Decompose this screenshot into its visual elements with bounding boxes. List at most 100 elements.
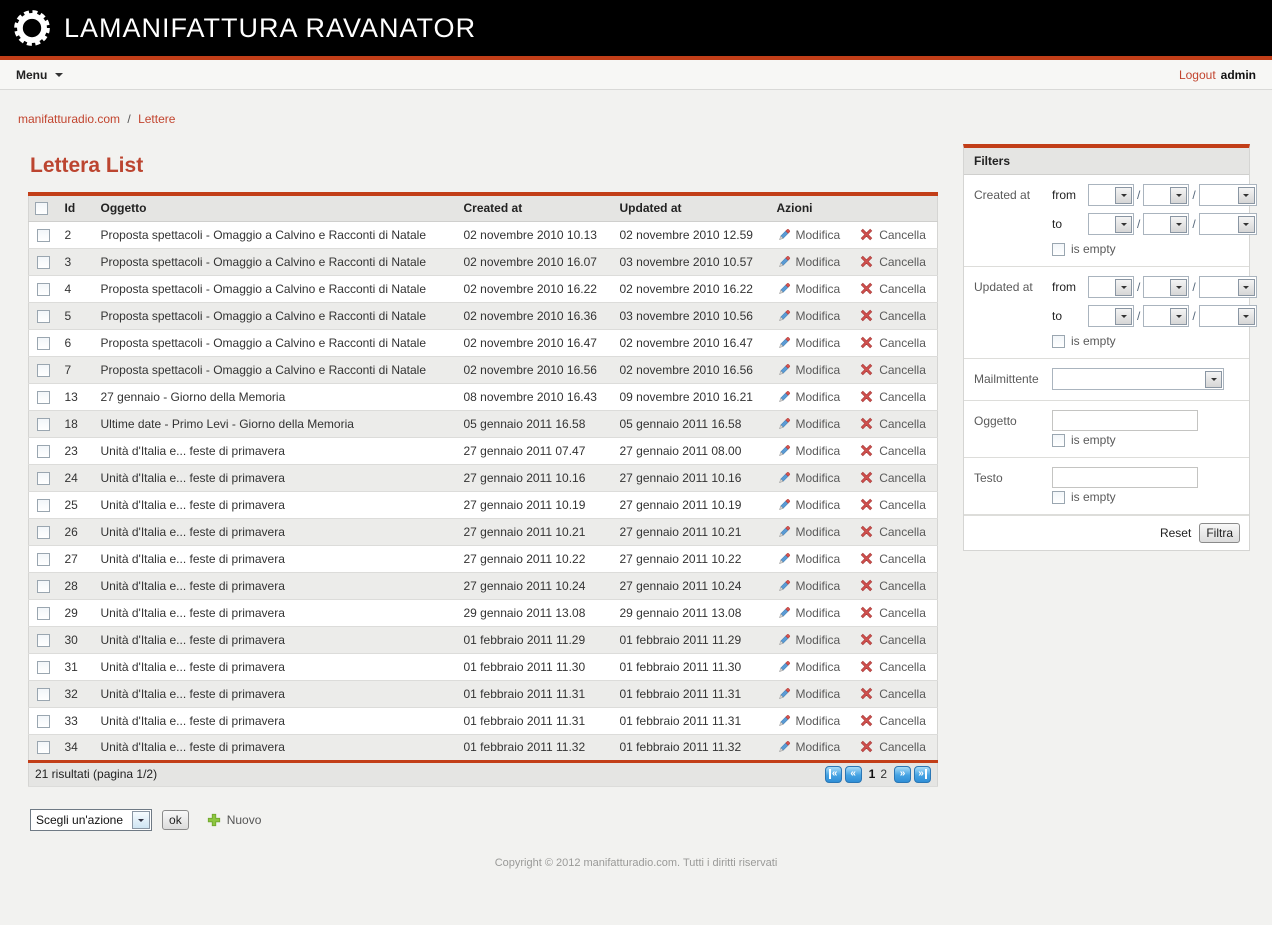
created-from-year-select[interactable]	[1199, 184, 1257, 206]
row-checkbox[interactable]	[37, 580, 50, 593]
testo-input[interactable]	[1052, 467, 1198, 488]
cancella-link[interactable]: Cancella	[860, 498, 926, 512]
created-to-month-select[interactable]	[1143, 213, 1189, 235]
created-from-day-select[interactable]	[1088, 184, 1134, 206]
row-checkbox[interactable]	[37, 445, 50, 458]
pagination-page-2-link[interactable]: 2	[880, 767, 887, 781]
cancella-link[interactable]: Cancella	[860, 606, 926, 620]
cancella-link[interactable]: Cancella	[860, 444, 926, 458]
row-checkbox[interactable]	[37, 715, 50, 728]
updated-to-day-select[interactable]	[1088, 305, 1134, 327]
row-checkbox[interactable]	[37, 310, 50, 323]
modifica-link[interactable]: Modifica	[777, 498, 841, 512]
cancella-link[interactable]: Cancella	[860, 255, 926, 269]
updated-at-is-empty-checkbox[interactable]	[1052, 335, 1065, 348]
modifica-link[interactable]: Modifica	[777, 471, 841, 485]
modifica-link[interactable]: Modifica	[777, 336, 841, 350]
pagination-last-button[interactable]: »	[914, 766, 931, 783]
cancella-link[interactable]: Cancella	[860, 417, 926, 431]
cancella-link[interactable]: Cancella	[860, 579, 926, 593]
cancella-link[interactable]: Cancella	[860, 336, 926, 350]
modifica-link[interactable]: Modifica	[777, 660, 841, 674]
select-all-checkbox[interactable]	[35, 202, 48, 215]
cancella-link[interactable]: Cancella	[860, 309, 926, 323]
updated-from-year-select[interactable]	[1199, 276, 1257, 298]
modifica-link[interactable]: Modifica	[777, 525, 841, 539]
modifica-link[interactable]: Modifica	[777, 390, 841, 404]
cancella-link[interactable]: Cancella	[860, 633, 926, 647]
modifica-link[interactable]: Modifica	[777, 606, 841, 620]
created-from-month-select[interactable]	[1143, 184, 1189, 206]
row-checkbox[interactable]	[37, 229, 50, 242]
reset-link[interactable]: Reset	[1160, 526, 1191, 540]
modifica-link[interactable]: Modifica	[777, 740, 841, 754]
pagination-first-button[interactable]: «	[825, 766, 842, 783]
breadcrumb-page-link[interactable]: Lettere	[138, 112, 175, 126]
modifica-link[interactable]: Modifica	[777, 687, 841, 701]
created-to-day-select[interactable]	[1088, 213, 1134, 235]
row-checkbox[interactable]	[37, 607, 50, 620]
modifica-link[interactable]: Modifica	[777, 444, 841, 458]
select-arrow-icon	[1115, 216, 1132, 233]
pagination-prev-button[interactable]: «	[845, 766, 862, 783]
modifica-link[interactable]: Modifica	[777, 579, 841, 593]
modifica-link[interactable]: Modifica	[777, 714, 841, 728]
row-checkbox[interactable]	[37, 364, 50, 377]
cancella-link[interactable]: Cancella	[860, 525, 926, 539]
row-checkbox[interactable]	[37, 553, 50, 566]
oggetto-input[interactable]	[1052, 410, 1198, 431]
row-checkbox[interactable]	[37, 499, 50, 512]
modifica-link[interactable]: Modifica	[777, 417, 841, 431]
menu-dropdown[interactable]: Menu	[16, 68, 63, 82]
created-at-is-empty-checkbox[interactable]	[1052, 243, 1065, 256]
modifica-link[interactable]: Modifica	[777, 363, 841, 377]
logout-link[interactable]: Logout	[1179, 68, 1216, 82]
pencil-icon	[777, 282, 791, 296]
row-checkbox[interactable]	[37, 661, 50, 674]
row-checkbox[interactable]	[37, 337, 50, 350]
breadcrumb-site-link[interactable]: manifatturadio.com	[18, 112, 120, 126]
modifica-link[interactable]: Modifica	[777, 552, 841, 566]
testo-is-empty-checkbox[interactable]	[1052, 491, 1065, 504]
filtra-button[interactable]: Filtra	[1199, 523, 1240, 543]
cancella-link[interactable]: Cancella	[860, 390, 926, 404]
cancella-link[interactable]: Cancella	[860, 228, 926, 242]
bulk-action-select[interactable]: Scegli un'azione	[30, 809, 152, 831]
row-checkbox[interactable]	[37, 634, 50, 647]
modifica-link[interactable]: Modifica	[777, 255, 841, 269]
row-checkbox[interactable]	[37, 526, 50, 539]
modifica-link[interactable]: Modifica	[777, 633, 841, 647]
row-oggetto: Ultime date - Primo Levi - Giorno della …	[95, 410, 458, 437]
cancella-link[interactable]: Cancella	[860, 714, 926, 728]
row-checkbox[interactable]	[37, 418, 50, 431]
row-checkbox[interactable]	[37, 741, 50, 754]
cancella-link[interactable]: Cancella	[860, 363, 926, 377]
cancella-link[interactable]: Cancella	[860, 687, 926, 701]
modifica-link[interactable]: Modifica	[777, 282, 841, 296]
row-checkbox[interactable]	[37, 391, 50, 404]
row-checkbox[interactable]	[37, 472, 50, 485]
row-checkbox[interactable]	[37, 283, 50, 296]
modifica-link[interactable]: Modifica	[777, 228, 841, 242]
updated-from-month-select[interactable]	[1143, 276, 1189, 298]
cancella-link[interactable]: Cancella	[860, 471, 926, 485]
row-checkbox[interactable]	[37, 688, 50, 701]
filter-footer: Reset Filtra	[964, 515, 1249, 550]
created-to-year-select[interactable]	[1199, 213, 1257, 235]
ok-button[interactable]: ok	[162, 810, 189, 830]
modifica-label: Modifica	[796, 606, 841, 620]
row-checkbox[interactable]	[37, 256, 50, 269]
oggetto-is-empty-checkbox[interactable]	[1052, 434, 1065, 447]
updated-to-month-select[interactable]	[1143, 305, 1189, 327]
nuovo-link[interactable]: Nuovo	[207, 813, 262, 827]
updated-to-year-select[interactable]	[1199, 305, 1257, 327]
cancella-label: Cancella	[879, 552, 926, 566]
cancella-link[interactable]: Cancella	[860, 282, 926, 296]
cancella-link[interactable]: Cancella	[860, 552, 926, 566]
cancella-link[interactable]: Cancella	[860, 740, 926, 754]
modifica-link[interactable]: Modifica	[777, 309, 841, 323]
pagination-next-button[interactable]: »	[894, 766, 911, 783]
updated-from-day-select[interactable]	[1088, 276, 1134, 298]
cancella-link[interactable]: Cancella	[860, 660, 926, 674]
mailmittente-select[interactable]	[1052, 368, 1224, 390]
